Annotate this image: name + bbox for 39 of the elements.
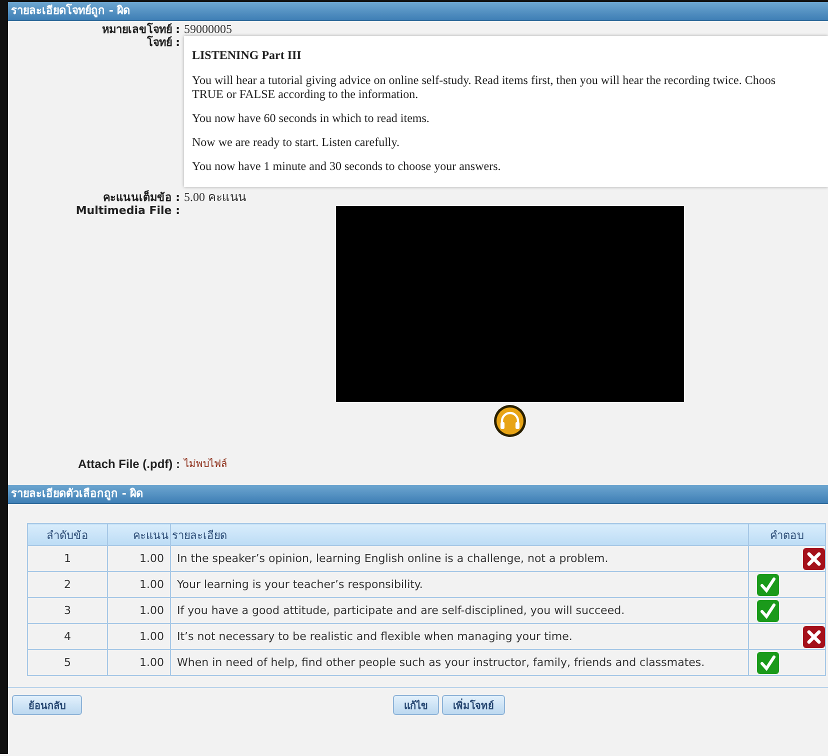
- field-label: หมายเลขโจทย์ :: [100, 23, 181, 36]
- action-button[interactable]: เพิ่มโจทย์: [442, 695, 505, 715]
- field-label: โจทย์ :: [146, 36, 181, 49]
- column-header: ลำดับข้อ: [28, 524, 108, 546]
- question-text: You will hear a tutorial giving advice on online self-study. Read items first, then you will hear the recording twice. Choos: [192, 73, 777, 87]
- table-cell: 1.00: [108, 598, 170, 624]
- table-cell: Your learning is your teacher’s responsibility.: [170, 572, 748, 598]
- table-cell: 1.00: [108, 624, 170, 650]
- question-text: TRUE or FALSE according to the information.: [192, 87, 420, 101]
- field-value: ไม่พบไฟล์: [184, 458, 227, 471]
- panel-header: รายละเอียดโจทย์ถูก - ผิด: [8, 2, 828, 21]
- question-heading: LISTENING Part III: [192, 48, 302, 63]
- column-header: คะแนน: [108, 524, 170, 546]
- table-cell: 1: [28, 546, 108, 572]
- field-label: Attach File (.pdf) :: [77, 458, 181, 471]
- table-cell: In the speaker’s opinion, learning English online is a challenge, not a problem.: [170, 546, 748, 572]
- table-cell: When in need of help, find other people such as your instructor, family, friends and classmates.: [170, 650, 748, 676]
- panel-header: รายละเอียดตัวเลือกถูก - ผิด: [8, 485, 828, 504]
- question-text: You now have 1 minute and 30 seconds to choose your answers.: [192, 159, 502, 173]
- table-cell: 5: [28, 650, 108, 676]
- question-text: You now have 60 seconds in which to read items.: [192, 111, 430, 125]
- field-label: คะแนนเต็มข้อ :: [102, 191, 181, 204]
- field-value: 59000005: [184, 23, 232, 36]
- table-cell: If you have a good attitude, participate and are self-disciplined, you will succeed.: [170, 598, 748, 624]
- table-cell: 2: [28, 572, 108, 598]
- table-cell: 1.00: [108, 650, 170, 676]
- table-cell: 1.00: [108, 546, 170, 572]
- field-label: Multimedia File :: [74, 204, 181, 217]
- action-button[interactable]: แก้ไข: [393, 695, 439, 715]
- question-text: Now we are ready to start. Listen carefully.: [192, 135, 400, 149]
- table-cell: 4: [28, 624, 108, 650]
- table-cell: It’s not necessary to be realistic and flexible when managing your time.: [170, 624, 748, 650]
- table-cell: 3: [28, 598, 108, 624]
- back-button[interactable]: ย้อนกลับ: [12, 695, 82, 715]
- field-value: 5.00 คะแนน: [184, 191, 246, 204]
- table-cell: 1.00: [108, 572, 170, 598]
- column-header: คำตอบ: [748, 524, 826, 546]
- column-header: รายละเอียด: [170, 524, 748, 546]
- headphones-icon[interactable]: [493, 404, 527, 438]
